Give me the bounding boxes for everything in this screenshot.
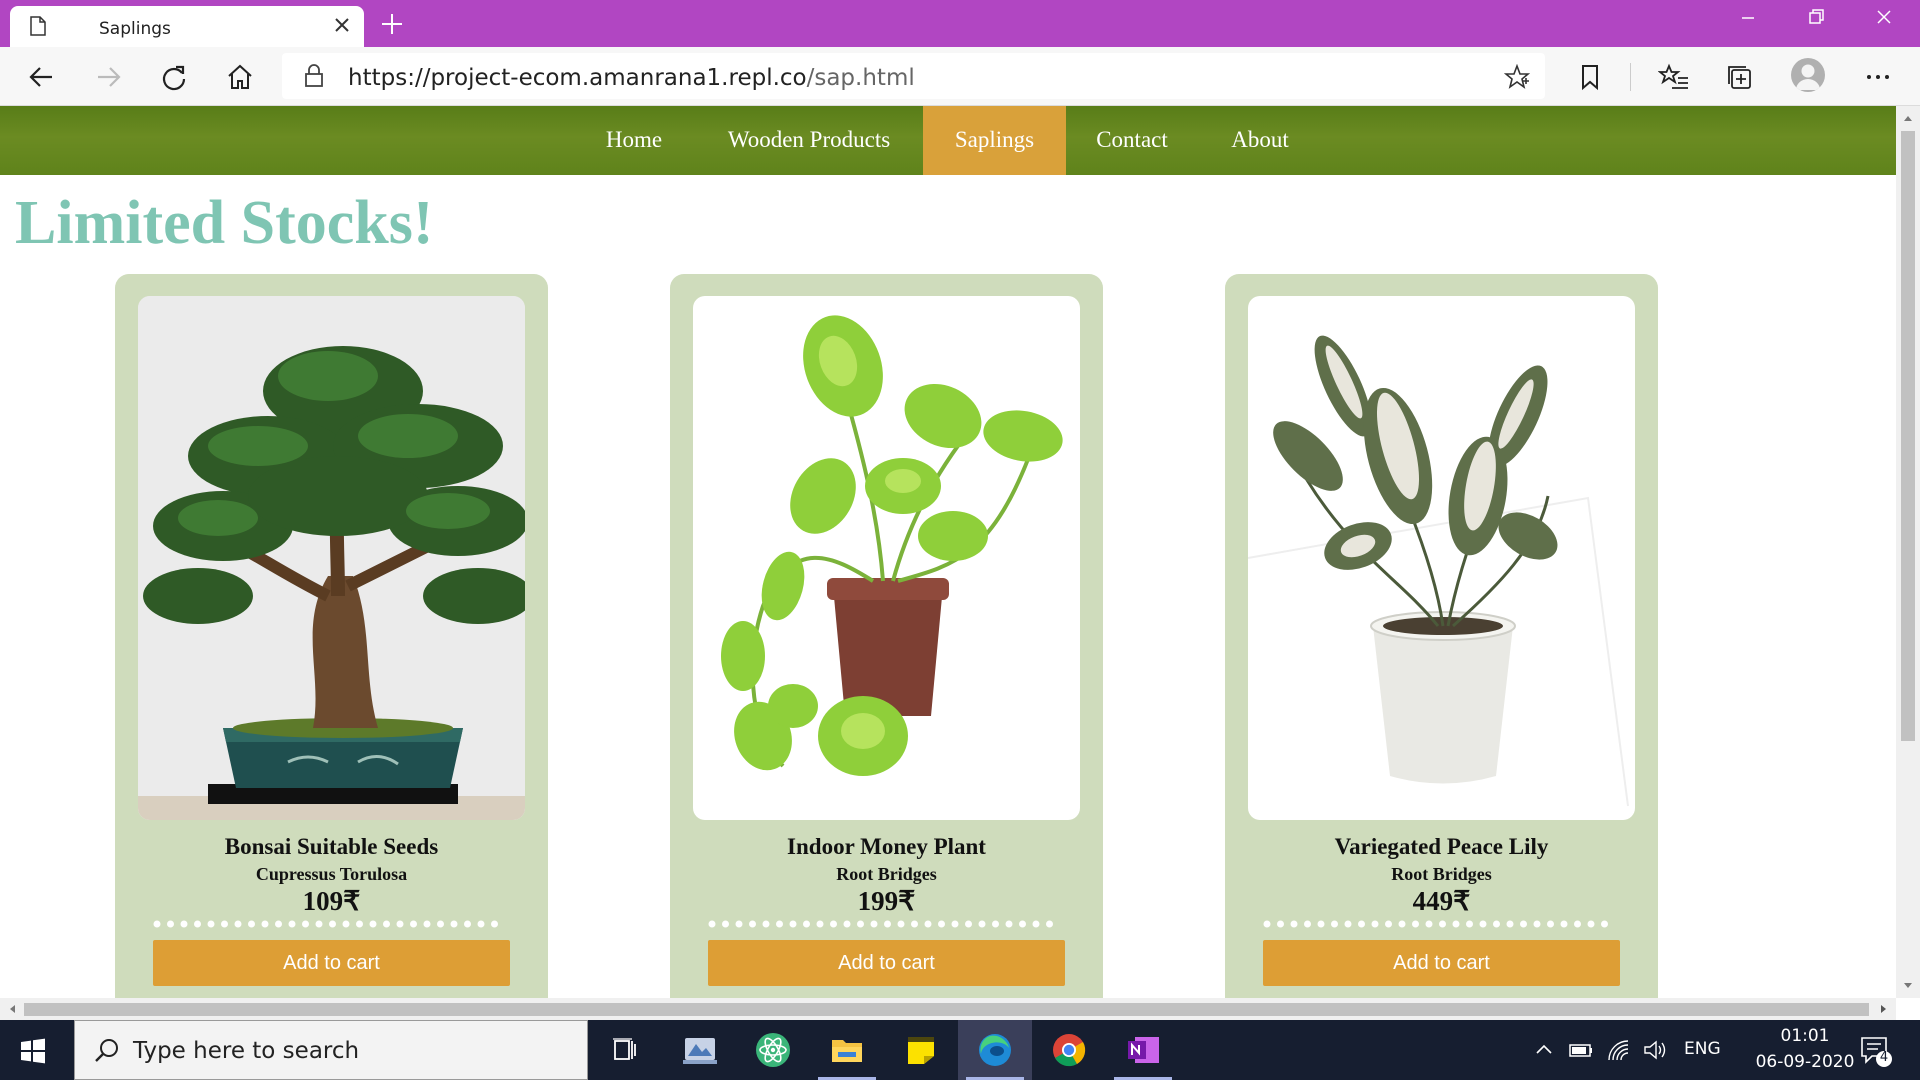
restore-icon[interactable] bbox=[1796, 6, 1836, 30]
windows-taskbar: Type here to search ENG 01:01 06-09-2020… bbox=[0, 1020, 1920, 1080]
dotted-divider bbox=[708, 920, 1066, 928]
horizontal-scroll-thumb[interactable] bbox=[24, 1003, 1869, 1016]
scroll-right-arrow-icon[interactable] bbox=[1874, 998, 1894, 1020]
scroll-down-arrow-icon[interactable] bbox=[1896, 976, 1920, 996]
taskbar-app-file-explorer[interactable] bbox=[810, 1020, 884, 1080]
profile-avatar[interactable] bbox=[1791, 58, 1825, 92]
add-to-cart-button[interactable]: Add to cart bbox=[153, 940, 510, 986]
product-subtitle: Cupressus Torulosa bbox=[255, 864, 408, 884]
bonsai-tree-image[interactable] bbox=[138, 296, 525, 820]
favorite-star-icon[interactable] bbox=[1504, 64, 1530, 90]
add-to-cart-button[interactable]: Add to cart bbox=[708, 940, 1065, 986]
dotted-divider bbox=[1263, 920, 1621, 928]
peace-lily-image[interactable] bbox=[1248, 296, 1635, 820]
collections-icon[interactable] bbox=[1724, 61, 1756, 93]
person-icon bbox=[1796, 64, 1820, 90]
show-hidden-icons-chevron-icon[interactable] bbox=[1534, 1040, 1554, 1060]
address-bar[interactable]: https://project-ecom.amanrana1.repl.co/s… bbox=[282, 53, 1545, 99]
chrome-browser-icon bbox=[1053, 1034, 1086, 1067]
task-view-button[interactable] bbox=[588, 1020, 662, 1080]
vertical-scrollbar[interactable] bbox=[1896, 106, 1920, 998]
taskbar-search-box[interactable]: Type here to search bbox=[74, 1020, 588, 1080]
vertical-scroll-thumb[interactable] bbox=[1901, 131, 1915, 741]
taskbar-app-atom[interactable] bbox=[736, 1020, 810, 1080]
product-name: Variegated Peace Lily bbox=[1334, 834, 1549, 859]
task-view-icon bbox=[613, 1038, 636, 1060]
horizontal-scrollbar[interactable] bbox=[0, 998, 1896, 1020]
forward-icon[interactable] bbox=[92, 61, 124, 93]
nav-home[interactable]: Home bbox=[580, 106, 688, 175]
file-explorer-icon bbox=[832, 1040, 862, 1062]
clock-time[interactable]: 01:01 bbox=[1750, 1026, 1860, 1046]
browser-tab[interactable]: Saplings bbox=[10, 6, 364, 47]
url-path: /sap.html bbox=[806, 65, 915, 91]
url-text[interactable]: https://project-ecom.amanrana1.repl.co/s… bbox=[348, 65, 915, 91]
new-tab-icon[interactable] bbox=[378, 10, 406, 38]
clock-date[interactable]: 06-09-2020 bbox=[1735, 1052, 1875, 1072]
edge-browser-icon bbox=[979, 1034, 1011, 1066]
taskbar-app-onenote[interactable] bbox=[1106, 1020, 1180, 1080]
product-name: Indoor Money Plant bbox=[787, 834, 986, 859]
page-headline: Limited Stocks! bbox=[15, 189, 434, 257]
refresh-icon[interactable] bbox=[158, 61, 190, 93]
lock-icon[interactable] bbox=[302, 64, 326, 88]
page-viewport: Home Wooden Products Saplings Contact Ab… bbox=[0, 106, 1896, 998]
close-tab-icon[interactable] bbox=[333, 16, 351, 34]
add-to-cart-button[interactable]: Add to cart bbox=[1263, 940, 1620, 986]
wifi-icon[interactable] bbox=[1606, 1038, 1632, 1062]
taskbar-app-chrome[interactable] bbox=[1032, 1020, 1106, 1080]
scroll-up-arrow-icon[interactable] bbox=[1896, 108, 1920, 128]
windows-start-icon[interactable] bbox=[20, 1038, 46, 1064]
peace-lily-illustration bbox=[1248, 335, 1629, 807]
taskbar-app-sticky-notes[interactable] bbox=[884, 1020, 958, 1080]
money-plant-illustration bbox=[721, 315, 1063, 776]
tab-title: Saplings bbox=[99, 19, 171, 39]
toolbar-divider bbox=[1630, 63, 1631, 91]
atom-app-icon bbox=[756, 1033, 790, 1067]
dotted-divider bbox=[153, 920, 511, 928]
search-placeholder: Type here to search bbox=[133, 1038, 360, 1064]
product-subtitle: Root Bridges bbox=[1391, 864, 1492, 884]
product-subtitle: Root Bridges bbox=[836, 864, 937, 884]
notification-count-badge: 4 bbox=[1879, 1050, 1889, 1065]
product-card: Indoor Money Plant Root Bridges 199₹ Add… bbox=[670, 274, 1103, 998]
onenote-icon bbox=[1128, 1037, 1159, 1063]
product-card: Variegated Peace Lily Root Bridges 449₹ … bbox=[1225, 274, 1658, 998]
minimize-icon[interactable] bbox=[1728, 6, 1768, 30]
nav-about[interactable]: About bbox=[1200, 106, 1320, 175]
search-icon bbox=[95, 1039, 118, 1062]
taskbar-app-paint[interactable] bbox=[662, 1020, 736, 1080]
product-card: Bonsai Suitable Seeds Cupressus Torulosa… bbox=[115, 274, 548, 998]
money-plant-image[interactable] bbox=[693, 296, 1080, 820]
reading-list-icon[interactable] bbox=[1574, 61, 1606, 93]
close-window-icon[interactable] bbox=[1864, 6, 1904, 30]
battery-icon[interactable] bbox=[1568, 1040, 1594, 1060]
product-price: 109₹ bbox=[302, 886, 361, 916]
more-menu-icon[interactable] bbox=[1862, 61, 1894, 93]
product-price: 449₹ bbox=[1412, 886, 1471, 916]
url-base: https://project-ecom.amanrana1.repl.co bbox=[348, 65, 807, 91]
paint-app-icon bbox=[683, 1038, 717, 1064]
volume-icon[interactable] bbox=[1642, 1038, 1668, 1062]
product-name: Bonsai Suitable Seeds bbox=[224, 834, 439, 859]
browser-toolbar: https://project-ecom.amanrana1.repl.co/s… bbox=[0, 47, 1920, 106]
bonsai-tree-illustration bbox=[138, 296, 525, 820]
back-icon[interactable] bbox=[26, 61, 58, 93]
favorites-icon[interactable] bbox=[1658, 61, 1690, 93]
sticky-notes-icon bbox=[908, 1037, 934, 1064]
language-indicator[interactable]: ENG bbox=[1684, 1039, 1721, 1059]
browser-titlebar: Saplings bbox=[0, 0, 1920, 47]
site-navbar: Home Wooden Products Saplings Contact Ab… bbox=[0, 106, 1896, 175]
taskbar-app-edge[interactable] bbox=[958, 1020, 1032, 1080]
nav-contact[interactable]: Contact bbox=[1076, 106, 1188, 175]
scroll-left-arrow-icon[interactable] bbox=[2, 998, 22, 1020]
nav-wooden-products[interactable]: Wooden Products bbox=[704, 106, 914, 175]
nav-saplings[interactable]: Saplings bbox=[923, 106, 1066, 175]
page-icon bbox=[30, 16, 46, 36]
product-price: 199₹ bbox=[857, 886, 916, 916]
home-icon[interactable] bbox=[224, 61, 256, 93]
